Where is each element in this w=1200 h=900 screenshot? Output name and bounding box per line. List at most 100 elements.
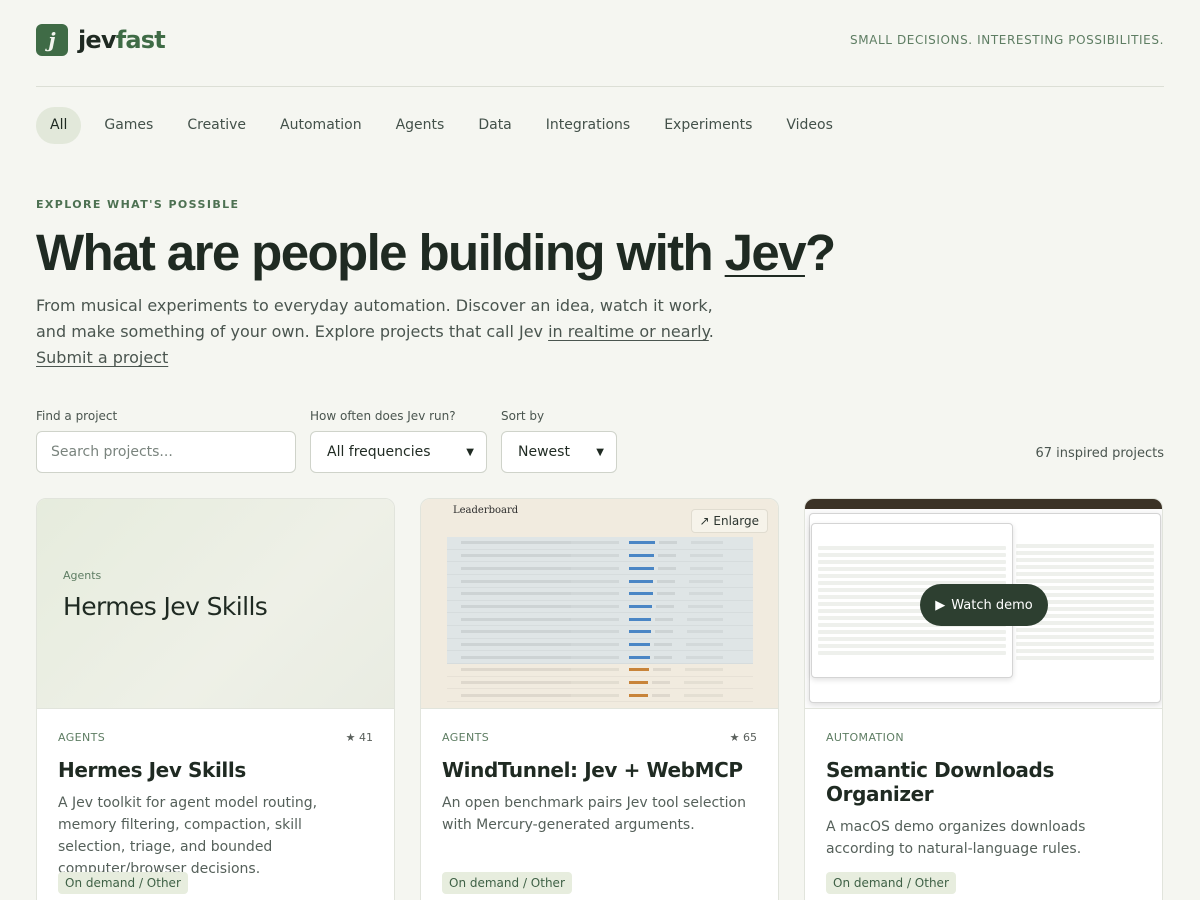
brand-logo[interactable]: j jevfast <box>36 24 166 56</box>
leaderboard-row-model <box>461 642 571 646</box>
thumbnail-category: Agents <box>63 569 102 583</box>
leaderboard-row-model <box>461 630 571 634</box>
leaderboard-row <box>447 575 753 588</box>
leaderboard-row-rest <box>683 693 723 697</box>
nav-tab-agents[interactable]: Agents <box>379 107 462 144</box>
leaderboard-row-bar <box>629 604 652 608</box>
leaderboard-row-interface <box>571 604 619 608</box>
star-count: ★ 41 <box>345 731 373 745</box>
hero-title-link[interactable]: Jev <box>725 224 807 281</box>
site-tagline: SMALL DECISIONS. INTERESTING POSSIBILITI… <box>850 33 1164 47</box>
leaderboard-row-rest <box>688 592 723 596</box>
category-nav: All Games Creative Automation Agents Dat… <box>36 107 1164 144</box>
nav-tab-automation[interactable]: Automation <box>263 107 379 144</box>
hero-description: From musical experiments to everyday aut… <box>36 293 716 371</box>
play-icon: ▶ <box>935 597 946 613</box>
frequency-field: How often does Jev run? All frequencies … <box>310 409 487 474</box>
leaderboard-row-model <box>461 592 571 596</box>
card-title[interactable]: WindTunnel: Jev + WebMCP <box>442 758 757 782</box>
filter-bar: Find a project How often does Jev run? A… <box>36 403 1164 474</box>
leaderboard-row-score <box>659 541 677 545</box>
nav-tab-games[interactable]: Games <box>87 107 170 144</box>
leaderboard-row <box>447 664 753 677</box>
leaderboard-row-model <box>461 554 571 558</box>
hero-title: What are people building with Jev? <box>36 224 1164 281</box>
macos-menubar <box>805 499 1162 510</box>
leaderboard-row-interface <box>571 668 619 672</box>
frequency-tag: On demand / Other <box>442 872 572 895</box>
leaderboard-row-bar <box>629 630 651 634</box>
sort-select[interactable]: Newest ▼ <box>501 431 617 474</box>
leaderboard-row-bar <box>629 617 652 621</box>
nav-tab-all[interactable]: All <box>36 107 82 144</box>
card-thumbnail: Agents Hermes Jev Skills <box>37 499 394 710</box>
card-category: AGENTS <box>442 731 490 745</box>
leaderboard-row-rest <box>687 617 723 621</box>
nav-tab-data[interactable]: Data <box>461 107 528 144</box>
logo-icon: j <box>36 24 68 56</box>
leaderboard-row <box>447 613 753 626</box>
leaderboard-row <box>447 677 753 690</box>
leaderboard-row-model <box>461 617 571 621</box>
leaderboard-row-bar <box>629 592 653 596</box>
card-body: AUTOMATION Semantic Downloads Organizer … <box>805 709 1162 900</box>
brand-name-part2: fast <box>115 26 166 54</box>
leaderboard-row-bar <box>629 579 654 583</box>
leaderboard-row-bar <box>629 642 651 646</box>
leaderboard-row <box>447 562 753 576</box>
site-header: j jevfast SMALL DECISIONS. INTERESTING P… <box>36 0 1164 87</box>
leaderboard-row <box>447 537 753 550</box>
card-category: AGENTS <box>58 731 106 745</box>
realtime-link[interactable]: in realtime or nearly <box>548 322 709 341</box>
sort-field: Sort by Newest ▼ <box>501 409 617 474</box>
leaderboard-row-score <box>653 655 672 659</box>
leaderboard-row-interface <box>571 655 619 659</box>
brand-name: jevfast <box>78 26 166 54</box>
leaderboard-row-model <box>461 566 571 570</box>
search-input[interactable] <box>36 431 296 474</box>
leaderboard-row-model <box>461 655 571 659</box>
enlarge-button[interactable]: ↗ Enlarge <box>690 509 768 534</box>
leaderboard-row-score <box>656 604 674 608</box>
leaderboard-row-model <box>461 693 571 697</box>
frequency-select[interactable]: All frequencies ▼ <box>310 431 487 474</box>
leaderboard-row-bar <box>629 693 648 697</box>
leaderboard-row <box>447 638 753 652</box>
leaderboard-row-score <box>656 592 675 596</box>
page: j jevfast SMALL DECISIONS. INTERESTING P… <box>36 0 1164 900</box>
leaderboard-row-interface <box>571 681 619 684</box>
nav-tab-integrations[interactable]: Integrations <box>529 107 647 144</box>
project-grid: Agents Hermes Jev Skills AGENTS ★ 41 Her… <box>36 498 1164 900</box>
submit-project-link[interactable]: Submit a project <box>36 345 168 371</box>
card-body: AGENTS ★ 65 WindTunnel: Jev + WebMCP An … <box>421 709 778 900</box>
leaderboard-row <box>447 651 753 664</box>
leaderboard-row-score <box>654 630 673 634</box>
leaderboard-row-interface <box>571 642 619 646</box>
leaderboard-row-model <box>461 604 571 608</box>
leaderboard-row <box>447 625 753 639</box>
leaderboard-row-score <box>658 554 677 558</box>
nav-tab-creative[interactable]: Creative <box>170 107 263 144</box>
card-title[interactable]: Hermes Jev Skills <box>58 758 373 782</box>
card-title[interactable]: Semantic Downloads Organizer <box>826 758 1141 806</box>
leaderboard-row <box>447 587 753 601</box>
leaderboard-row-rest <box>690 554 723 558</box>
leaderboard-row-bar <box>629 554 655 558</box>
card-category: AUTOMATION <box>826 731 904 745</box>
star-count: ★ 65 <box>729 731 757 745</box>
leaderboard-row-score <box>655 617 674 621</box>
chevron-down-icon: ▼ <box>596 446 604 458</box>
leaderboard-row-model <box>461 579 571 583</box>
nav-tab-experiments[interactable]: Experiments <box>647 107 769 144</box>
card-meta: AGENTS ★ 41 <box>58 731 373 744</box>
leaderboard-row-interface <box>571 592 619 596</box>
leaderboard-row-model <box>461 541 571 545</box>
project-card[interactable]: Agents Hermes Jev Skills AGENTS ★ 41 Her… <box>36 498 395 900</box>
leaderboard-row-bar <box>629 655 650 659</box>
project-card[interactable]: Leaderboard ↗ Enlarge AGENTS ★ 65 WindTu… <box>420 498 779 900</box>
frequency-tag: On demand / Other <box>826 872 956 895</box>
project-card[interactable]: ▶ Watch demo AUTOMATION Semantic Downloa… <box>804 498 1163 900</box>
card-thumbnail-leaderboard: Leaderboard ↗ Enlarge <box>421 499 778 710</box>
nav-tab-videos[interactable]: Videos <box>769 107 850 144</box>
watch-demo-button[interactable]: ▶ Watch demo <box>920 584 1048 627</box>
